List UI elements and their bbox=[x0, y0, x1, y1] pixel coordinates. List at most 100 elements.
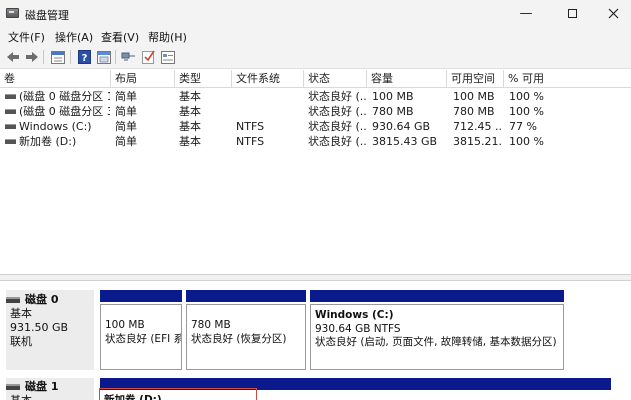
table-row[interactable]: (磁盘 0 磁盘分区 1) 简单 基本 状态良好 (... 100 MB 100… bbox=[0, 89, 631, 105]
layout-cell: 简单 bbox=[115, 90, 137, 103]
check-icon bbox=[142, 50, 155, 64]
partition-title: 新加卷 (D:) bbox=[104, 394, 162, 400]
toolbar-separator bbox=[115, 50, 116, 64]
status-cell: 状态良好 (... bbox=[308, 90, 366, 103]
disk-icon bbox=[6, 297, 20, 303]
partition-size: 780 MB bbox=[191, 319, 231, 331]
free-space-cell: 100 MB bbox=[453, 90, 495, 103]
toolbar-separator bbox=[43, 50, 44, 64]
close-button[interactable] bbox=[595, 0, 631, 27]
disk-0-name: 磁盘 0 bbox=[25, 293, 59, 306]
window-title: 磁盘管理 bbox=[25, 9, 69, 22]
layout-cell: 简单 bbox=[115, 120, 137, 133]
column-header-free-space[interactable]: 可用空间 bbox=[447, 70, 504, 88]
connect-icon bbox=[121, 52, 135, 61]
column-header-filesystem[interactable]: 文件系统 bbox=[232, 70, 304, 88]
partition-status: 状态良好 (启动, 页面文件, 故障转储, 基本数据分区) bbox=[315, 336, 557, 348]
type-cell: 基本 bbox=[179, 120, 201, 133]
table-row[interactable]: 新加卷 (D:) 简单 基本 NTFS 状态良好 (... 3815.43 GB… bbox=[0, 134, 631, 150]
back-button[interactable] bbox=[4, 49, 21, 65]
menu-bar: 文件(F) 操作(A) 查看(V) 帮助(H) bbox=[0, 27, 631, 45]
toolbar-separator bbox=[70, 50, 71, 64]
disk-1-info[interactable]: 磁盘 1 基本 bbox=[6, 378, 94, 400]
close-icon bbox=[608, 8, 618, 19]
table-row[interactable]: (磁盘 0 磁盘分区 3) 简单 基本 状态良好 (... 780 MB 780… bbox=[0, 104, 631, 120]
disk-0-title: 磁盘 0 bbox=[6, 293, 94, 307]
maximize-button[interactable] bbox=[549, 0, 595, 27]
volume-icon bbox=[5, 123, 16, 129]
disk-1-name: 磁盘 1 bbox=[25, 380, 59, 393]
percent-free-cell: 100 % bbox=[509, 90, 544, 103]
check-button[interactable] bbox=[140, 49, 157, 65]
properties-icon bbox=[50, 50, 65, 64]
volume-list-icon bbox=[96, 50, 111, 64]
volume-name: Windows (C:) bbox=[19, 120, 92, 133]
disk-0-size: 931.50 GB bbox=[10, 321, 69, 334]
disk-management-app-icon bbox=[6, 8, 19, 18]
filesystem-cell bbox=[236, 89, 302, 105]
console-view-button[interactable] bbox=[159, 49, 176, 65]
connect-button[interactable] bbox=[120, 49, 137, 65]
status-cell: 状态良好 (... bbox=[308, 135, 366, 148]
free-space-cell: 780 MB bbox=[453, 105, 495, 118]
help-icon: ? bbox=[78, 50, 91, 64]
menu-view[interactable]: 查看(V) bbox=[101, 29, 139, 45]
back-arrow-icon bbox=[6, 52, 19, 62]
type-cell: 基本 bbox=[179, 90, 201, 103]
partition-title: Windows (C:) bbox=[315, 309, 394, 321]
svg-text:?: ? bbox=[82, 53, 88, 64]
column-header-volume[interactable]: 卷 bbox=[0, 70, 111, 88]
filesystem-cell: NTFS bbox=[236, 135, 265, 148]
maximize-icon bbox=[567, 9, 577, 18]
disk-0-type: 基本 bbox=[10, 307, 32, 320]
percent-free-cell: 100 % bbox=[509, 105, 544, 118]
column-header-capacity[interactable]: 容量 bbox=[367, 70, 447, 88]
layout-cell: 简单 bbox=[115, 135, 137, 148]
disk-0-status: 联机 bbox=[10, 335, 32, 348]
menu-help[interactable]: 帮助(H) bbox=[148, 29, 187, 45]
partition-windows-c[interactable]: Windows (C:) 930.64 GB NTFS 状态良好 (启动, 页面… bbox=[310, 304, 564, 370]
pane-splitter[interactable] bbox=[0, 274, 631, 281]
console-view-icon bbox=[160, 50, 175, 64]
status-cell: 状态良好 (... bbox=[308, 120, 366, 133]
capacity-cell: 100 MB bbox=[372, 90, 414, 103]
volume-icon bbox=[5, 138, 16, 144]
column-header-status[interactable]: 状态 bbox=[304, 70, 367, 88]
partition-size: 930.64 GB NTFS bbox=[315, 323, 401, 335]
partition-strip bbox=[186, 290, 306, 302]
minimize-button[interactable]: — bbox=[503, 0, 549, 27]
disk-0-info[interactable]: 磁盘 0 基本 931.50 GB 联机 bbox=[6, 290, 94, 370]
capacity-cell: 930.64 GB bbox=[372, 120, 431, 133]
percent-free-cell: 100 % bbox=[509, 135, 544, 148]
volume-icon bbox=[5, 108, 16, 114]
partition-strip bbox=[310, 290, 564, 302]
partition-efi[interactable]: 100 MB 状态良好 (EFI 系 bbox=[100, 304, 182, 370]
volume-cell: Windows (C:) bbox=[5, 119, 110, 135]
column-header-type[interactable]: 类型 bbox=[175, 70, 232, 88]
type-cell: 基本 bbox=[179, 105, 201, 118]
forward-button[interactable] bbox=[23, 49, 40, 65]
help-button[interactable]: ? bbox=[76, 49, 93, 65]
layout-cell: 简单 bbox=[115, 105, 137, 118]
menu-file[interactable]: 文件(F) bbox=[8, 29, 45, 45]
capacity-cell: 780 MB bbox=[372, 105, 414, 118]
disk-1-title: 磁盘 1 bbox=[6, 380, 94, 394]
partition-status: 状态良好 (恢复分区) bbox=[191, 333, 287, 345]
free-space-cell: 3815.21... bbox=[453, 135, 503, 148]
column-header-layout[interactable]: 布局 bbox=[111, 70, 175, 88]
title-bar: 磁盘管理 — bbox=[0, 0, 631, 27]
volume-cell: (磁盘 0 磁盘分区 3) bbox=[5, 104, 110, 120]
volume-name: 新加卷 (D:) bbox=[19, 135, 77, 148]
column-header-percent-free[interactable]: % 可用 bbox=[504, 70, 631, 88]
partition-size: 100 MB bbox=[105, 319, 145, 331]
filesystem-cell bbox=[236, 104, 302, 120]
partition-recovery[interactable]: 780 MB 状态良好 (恢复分区) bbox=[186, 304, 306, 370]
volume-name: (磁盘 0 磁盘分区 3) bbox=[19, 105, 110, 118]
volume-list-button[interactable] bbox=[95, 49, 112, 65]
menu-action[interactable]: 操作(A) bbox=[55, 29, 93, 45]
disk-icon bbox=[6, 384, 20, 390]
properties-button[interactable] bbox=[49, 49, 66, 65]
table-row[interactable]: Windows (C:) 简单 基本 NTFS 状态良好 (... 930.64… bbox=[0, 119, 631, 135]
volume-name: (磁盘 0 磁盘分区 1) bbox=[19, 90, 110, 103]
partition-strip bbox=[100, 290, 182, 302]
